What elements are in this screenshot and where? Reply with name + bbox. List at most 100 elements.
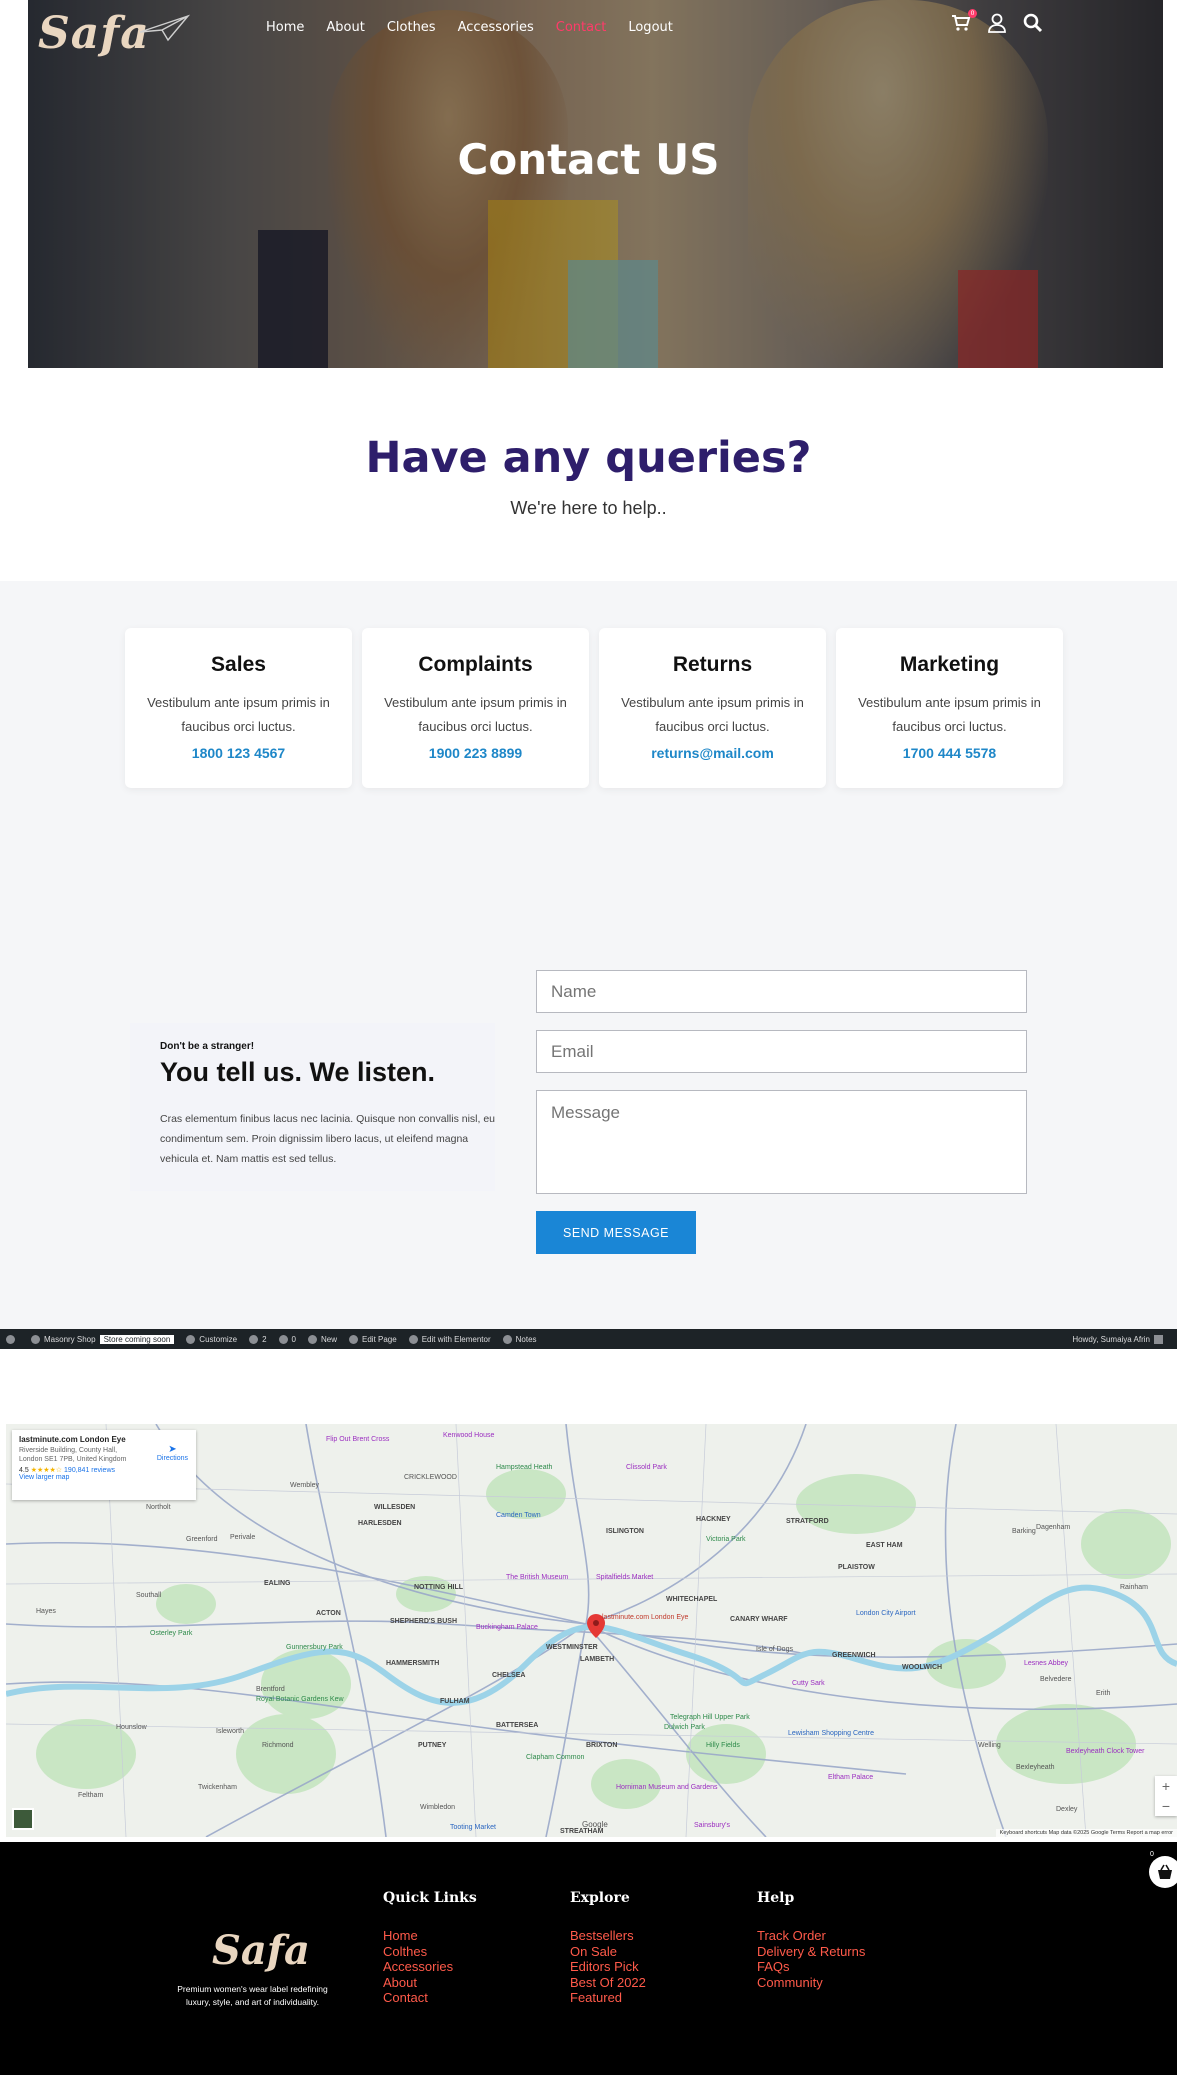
listen-title: You tell us. We listen. (160, 1057, 436, 1087)
card-text: Vestibulum ante ipsum primis in faucibus… (147, 695, 330, 734)
place-rating: 4.5 ★★★★☆ 190,841 reviews (19, 1467, 116, 1474)
admin-elementor[interactable]: Edit with Elementor (408, 1334, 491, 1344)
footer-link[interactable]: Bestsellers (570, 1928, 646, 1944)
card-complaints: Complaints Vestibulum ante ipsum primis … (362, 628, 589, 788)
footer-column-title: Quick Links (383, 1890, 477, 1906)
footer-logo[interactable]: Safa (212, 1927, 310, 1974)
basket-icon (1158, 1864, 1172, 1879)
admin-account[interactable]: Howdy, Sumaiya Afrin (1072, 1329, 1167, 1349)
hero-background-image (28, 0, 1163, 368)
zoom-out-button[interactable]: − (1155, 1796, 1177, 1816)
search-icon[interactable] (1022, 12, 1044, 34)
floating-basket-button[interactable] (1149, 1856, 1177, 1888)
contact-cards: Sales Vestibulum ante ipsum primis in fa… (125, 628, 1063, 788)
comment-icon (278, 1334, 288, 1344)
card-title: Returns (672, 653, 753, 676)
card-text: Vestibulum ante ipsum primis in faucibus… (858, 695, 1041, 734)
footer-tagline: Premium women's wear label redefining lu… (177, 1984, 328, 2007)
nav-contact[interactable]: Contact (556, 20, 607, 35)
directions-icon: ➤ (168, 1444, 177, 1455)
footer-column-title: Explore (570, 1890, 630, 1906)
map-pin-label[interactable]: lastminute.com London Eye (602, 1614, 688, 1621)
place-address: Riverside Building, County Hall, London … (19, 1447, 127, 1463)
place-name: lastminute.com London Eye (19, 1435, 126, 1444)
cart-count-badge: 0 (968, 9, 977, 18)
pencil-icon (349, 1334, 359, 1344)
footer-link[interactable]: Track Order (757, 1928, 865, 1944)
card-text: Vestibulum ante ipsum primis in faucibus… (621, 695, 804, 734)
nav-home[interactable]: Home (266, 20, 304, 35)
card-contact-link[interactable]: 1800 123 4567 (125, 745, 352, 761)
footer-link[interactable]: Home (383, 1928, 477, 1944)
notes-icon (502, 1334, 512, 1344)
contact-form: SEND MESSAGE (536, 970, 1027, 1254)
card-returns: Returns Vestibulum ante ipsum primis in … (599, 628, 826, 788)
site-logo[interactable]: Safa (38, 8, 150, 59)
header-icons: 0 (950, 9, 1058, 34)
footer-link[interactable]: Delivery & Returns (757, 1944, 865, 1960)
reviews-link[interactable]: 190,841 reviews (64, 1467, 115, 1474)
card-title: Sales (211, 653, 266, 676)
google-map[interactable]: Wembley CRICKLEWOOD Hampstead Heath Kenw… (6, 1424, 1177, 1837)
message-input[interactable] (536, 1090, 1027, 1194)
brush-icon (186, 1334, 196, 1344)
footer-link[interactable]: Editors Pick (570, 1959, 646, 1975)
google-logo: Google (582, 1820, 608, 1829)
footer-explore: Explore Bestsellers On Sale Editors Pick… (570, 1890, 646, 2006)
card-title: Complaints (418, 653, 533, 676)
avatar (1154, 1334, 1163, 1344)
footer-link[interactable]: About (383, 1975, 477, 1991)
footer-column-title: Help (757, 1890, 795, 1906)
card-contact-link[interactable]: returns@mail.com (599, 745, 826, 761)
paper-plane-icon (139, 14, 190, 42)
admin-updates[interactable]: 2 (249, 1334, 267, 1344)
send-message-button[interactable]: SEND MESSAGE (536, 1211, 696, 1254)
store-status-badge: Store coming soon (99, 1334, 175, 1344)
footer-link[interactable]: On Sale (570, 1944, 646, 1960)
nav-about[interactable]: About (326, 20, 364, 35)
user-icon[interactable] (986, 12, 1008, 34)
nav-clothes[interactable]: Clothes (387, 20, 436, 35)
listen-box: Don't be a stranger! You tell us. We lis… (130, 1023, 495, 1191)
footer-link[interactable]: Community (757, 1975, 865, 1991)
footer-link[interactable]: FAQs (757, 1959, 865, 1975)
admin-new[interactable]: New (308, 1334, 337, 1344)
nav-logout[interactable]: Logout (628, 20, 673, 35)
zoom-in-button[interactable]: + (1155, 1776, 1177, 1796)
site-footer: Safa Premium women's wear label redefini… (0, 1842, 1177, 2075)
admin-site-link[interactable]: Masonry Shop Store coming soon (31, 1334, 175, 1344)
admin-customize[interactable]: Customize (186, 1334, 237, 1344)
view-larger-map-link[interactable]: View larger map (19, 1474, 189, 1481)
card-contact-link[interactable]: 1900 223 8899 (362, 745, 589, 761)
listen-kicker: Don't be a stranger! (160, 1041, 255, 1052)
directions-button[interactable]: ➤ Directions (157, 1444, 188, 1462)
updates-icon (249, 1334, 259, 1344)
card-title: Marketing (899, 653, 1000, 676)
queries-title: Have any queries? (365, 433, 812, 483)
footer-link[interactable]: Featured (570, 1990, 646, 2006)
admin-edit-page[interactable]: Edit Page (349, 1334, 397, 1344)
email-input[interactable] (536, 1030, 1027, 1073)
main-nav: Home About Clothes Accessories Contact L… (266, 20, 695, 35)
footer-link[interactable]: Colthes (383, 1944, 477, 1960)
footer-link[interactable]: Best Of 2022 (570, 1975, 646, 1991)
home-icon (31, 1334, 40, 1344)
name-input[interactable] (536, 970, 1027, 1013)
admin-comments[interactable]: 0 (278, 1334, 296, 1344)
footer-link[interactable]: Contact (383, 1990, 477, 2006)
basket-count: 0 (1150, 1851, 1154, 1858)
wordpress-icon[interactable] (6, 1334, 19, 1344)
satellite-toggle[interactable] (12, 1808, 34, 1830)
footer-help: Help Track Order Delivery & Returns FAQs… (757, 1890, 865, 1990)
nav-accessories[interactable]: Accessories (458, 20, 534, 35)
place-info-card: lastminute.com London Eye Riverside Buil… (12, 1430, 196, 1500)
map-zoom-controls[interactable]: + − (1155, 1776, 1177, 1816)
admin-notes[interactable]: Notes (502, 1334, 537, 1344)
map-attribution[interactable]: Keyboard shortcuts Map data ©2025 Google… (995, 1829, 1177, 1837)
queries-section: Have any queries? We're here to help.. (0, 368, 1177, 581)
listen-text: Cras elementum finibus lacus nec lacinia… (160, 1113, 496, 1165)
footer-link[interactable]: Accessories (383, 1959, 477, 1975)
card-contact-link[interactable]: 1700 444 5578 (836, 745, 1063, 761)
cart-icon[interactable]: 0 (950, 9, 977, 34)
hero-section: Safa Home About Clothes Accessories Cont… (0, 0, 1177, 368)
